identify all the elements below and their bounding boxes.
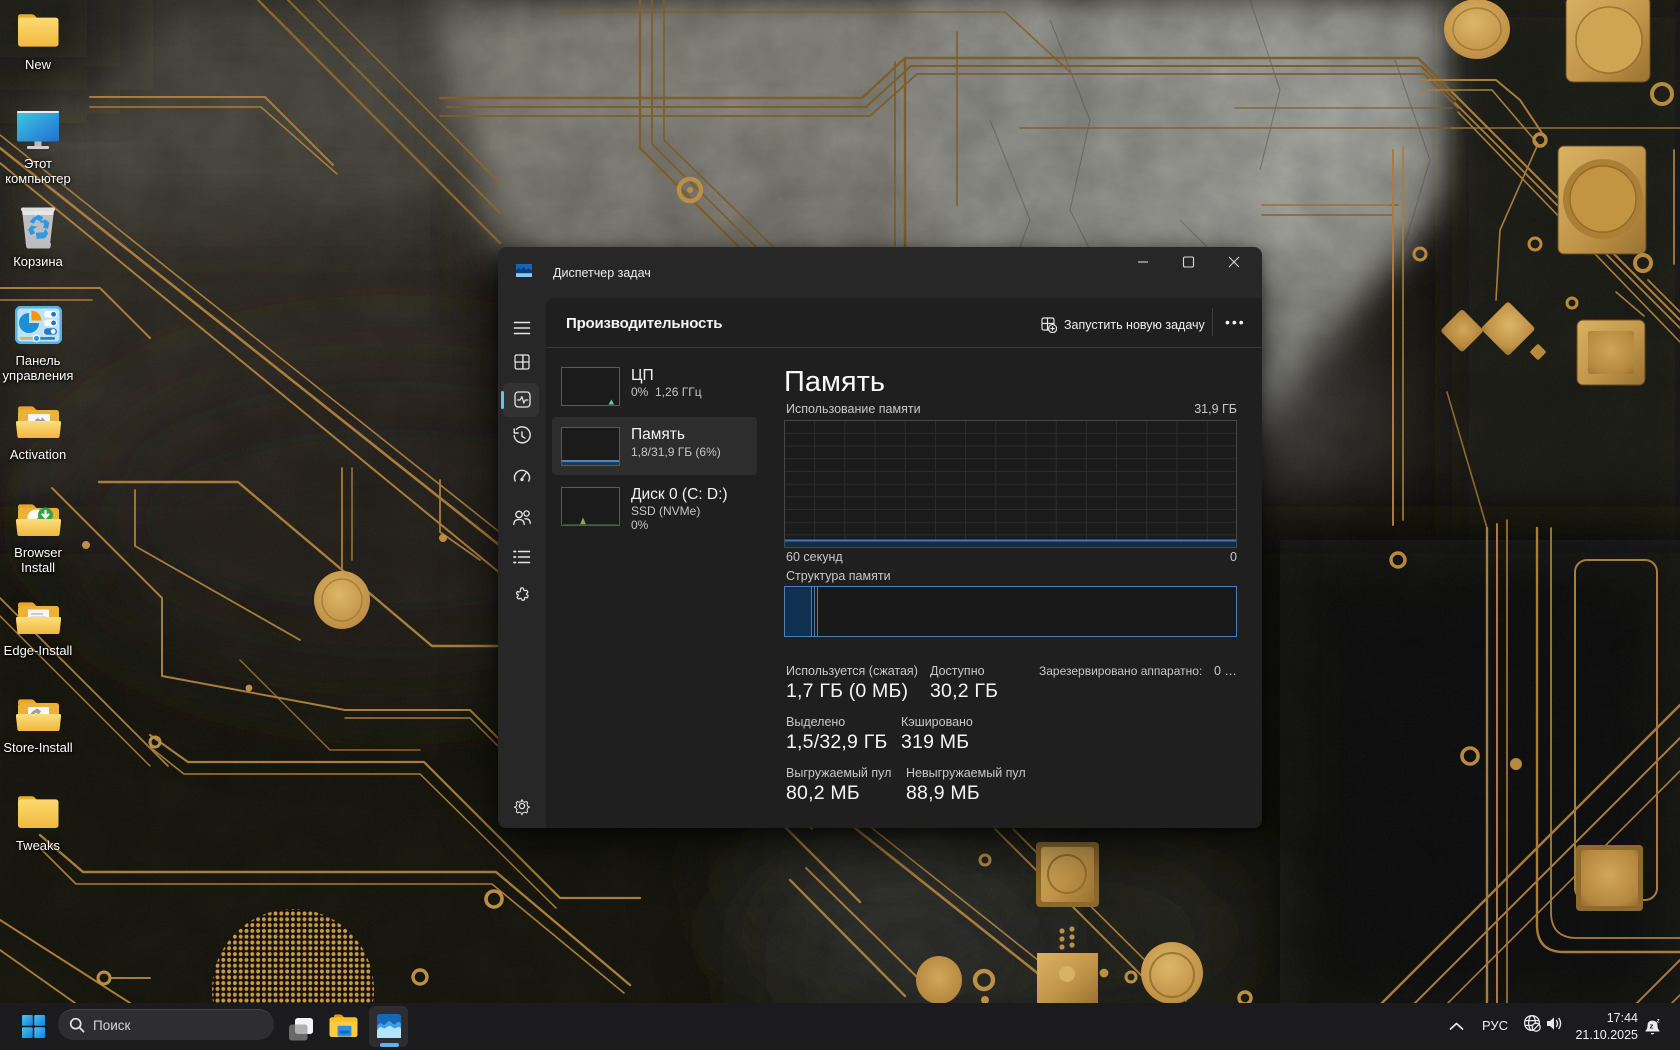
svg-text:z: z [1650,1021,1654,1030]
svg-text:z: z [1657,1017,1660,1024]
